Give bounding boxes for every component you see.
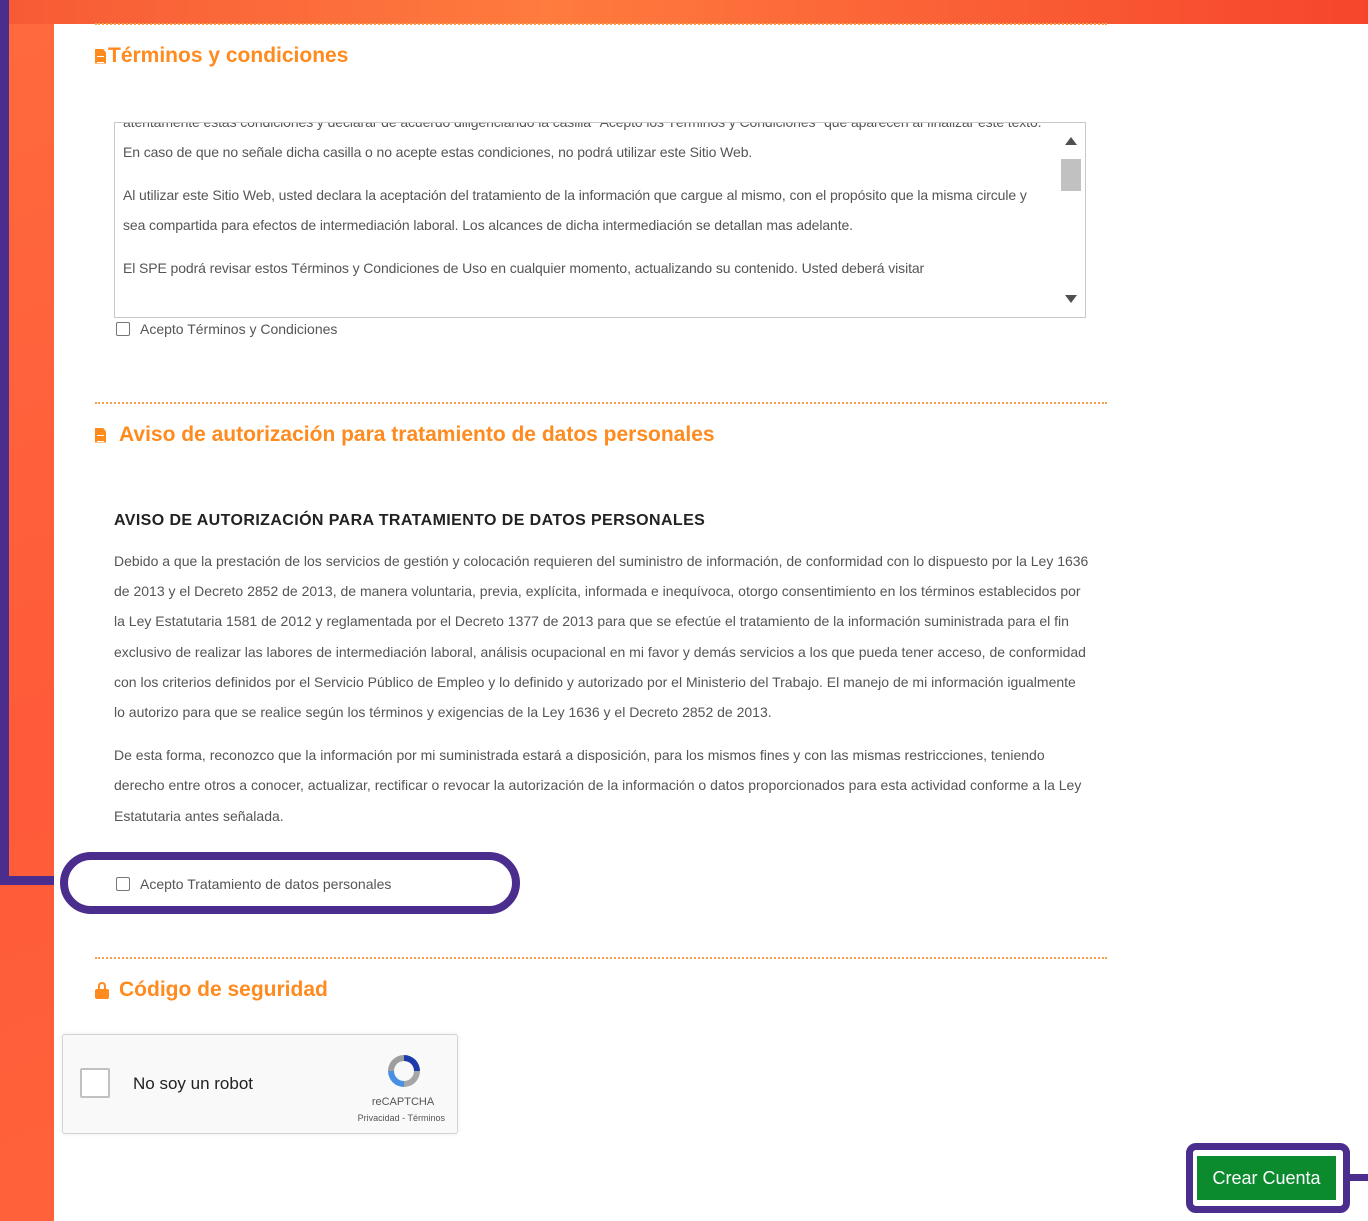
lock-icon — [95, 981, 109, 999]
recaptcha-widget: No soy un robot reCAPTCHA Privacidad - T… — [62, 1034, 458, 1134]
security-section-title: Código de seguridad — [95, 978, 328, 1002]
data-notice-heading: AVISO DE AUTORIZACIÓN PARA TRATAMIENTO D… — [114, 512, 706, 529]
terms-scroll-box[interactable]: atentamente estas condiciones y declarar… — [114, 122, 1086, 318]
recaptcha-brand: reCAPTCHA — [371, 1096, 435, 1108]
data-notice-title-text: Aviso de autorización para tratamiento d… — [119, 423, 715, 446]
terms-title-text: Términos y condiciones — [108, 44, 349, 67]
document-icon — [95, 48, 106, 64]
scroll-thumb[interactable] — [1061, 159, 1081, 191]
terms-paragraph: Al utilizar este Sitio Web, usted declar… — [123, 187, 1027, 233]
accept-terms-label: Acepto Términos y Condiciones — [140, 321, 338, 337]
annotation-frame-connector — [0, 876, 58, 885]
recaptcha-label: No soy un robot — [133, 1074, 254, 1093]
scroll-up-arrow-icon[interactable] — [1065, 137, 1077, 145]
annotation-frame-left — [0, 0, 9, 877]
recaptcha-links[interactable]: Privacidad - Términos — [333, 1113, 445, 1123]
recaptcha-checkbox[interactable] — [80, 1068, 110, 1098]
data-notice-paragraph: De esta forma, reconozco que la informac… — [114, 747, 1082, 824]
security-title-text: Código de seguridad — [119, 978, 328, 1001]
annotation-frame-connector — [1348, 1174, 1368, 1181]
section-divider — [95, 957, 1107, 959]
terms-scrollbar[interactable] — [1057, 123, 1085, 317]
create-account-button[interactable]: Crear Cuenta — [1197, 1156, 1336, 1200]
annotation-highlight-oval — [60, 852, 520, 914]
scroll-down-arrow-icon[interactable] — [1065, 295, 1077, 303]
terms-text: atentamente estas condiciones y declarar… — [123, 122, 1043, 296]
terms-section-title: Términos y condiciones — [95, 44, 348, 68]
accept-terms-row[interactable]: Acepto Términos y Condiciones — [116, 321, 337, 337]
data-notice-paragraph: Debido a que la prestación de los servic… — [114, 553, 1089, 721]
terms-paragraph: atentamente estas condiciones y declarar… — [123, 122, 1042, 160]
data-notice-body: Debido a que la prestación de los servic… — [114, 546, 1089, 844]
document-icon — [95, 427, 106, 443]
data-notice-section-title: Aviso de autorización para tratamiento d… — [95, 423, 715, 447]
accept-terms-checkbox[interactable] — [116, 322, 130, 336]
recaptcha-logo-icon — [388, 1055, 420, 1087]
section-divider — [95, 402, 1107, 404]
top-gradient-bar — [0, 0, 1368, 24]
section-divider — [95, 23, 1107, 25]
terms-paragraph: El SPE podrá revisar estos Términos y Co… — [123, 260, 925, 276]
